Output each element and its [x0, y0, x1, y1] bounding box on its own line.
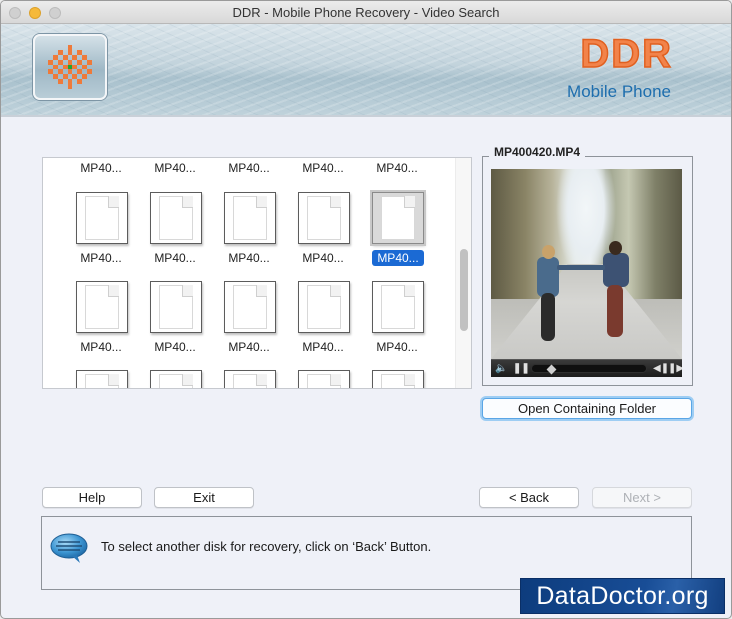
vertical-scrollbar[interactable] [455, 158, 471, 388]
page-fold [330, 374, 341, 386]
file-thumbnail[interactable] [372, 281, 424, 333]
status-message: To select another disk for recovery, cli… [101, 539, 432, 554]
app-logo [33, 34, 107, 100]
file-label[interactable]: MP40... [214, 250, 284, 266]
window-title: DDR - Mobile Phone Recovery - Video Sear… [232, 5, 500, 20]
file-thumbnail[interactable] [150, 281, 202, 333]
page-fold [108, 374, 119, 386]
person-left [537, 257, 559, 297]
file-thumbnail[interactable] [76, 281, 128, 333]
page-fold [256, 374, 267, 386]
preview-file-name: MP400420.MP4 [489, 145, 586, 159]
page-fold [256, 196, 267, 208]
page-fold [330, 285, 341, 297]
title-bar: DDR - Mobile Phone Recovery - Video Sear… [1, 1, 731, 24]
back-button[interactable]: < Back [479, 487, 579, 508]
video-player[interactable]: 🔈 ❚❚ ◀❚ ❚▶ [491, 169, 682, 377]
brand-title: DDR [580, 31, 673, 77]
file-label[interactable]: MP40... [66, 250, 136, 266]
next-button[interactable]: Next > [592, 487, 692, 508]
file-label[interactable]: MP40... [362, 339, 432, 355]
scrollbar-thumb[interactable] [460, 249, 468, 331]
header-banner: DDR Mobile Phone [1, 24, 731, 117]
page-fold [182, 374, 193, 386]
file-label-selected[interactable]: MP40... [372, 250, 424, 266]
person-right [603, 253, 629, 287]
file-thumbnail-selected[interactable] [372, 192, 424, 244]
step-forward-icon[interactable]: ❚▶ [668, 362, 682, 376]
file-thumbnail[interactable] [150, 370, 202, 388]
datadoctor-watermark: DataDoctor.org [520, 578, 725, 614]
product-subtitle: Mobile Phone [567, 82, 671, 101]
playback-knob[interactable] [546, 364, 557, 375]
page-fold [330, 196, 341, 208]
file-thumbnail[interactable] [298, 281, 350, 333]
person-left-legs [541, 293, 555, 341]
person-right-legs [607, 285, 623, 337]
file-label[interactable]: MP40... [140, 250, 210, 266]
file-thumbnail[interactable] [76, 370, 128, 388]
file-thumbnail[interactable] [372, 370, 424, 388]
file-label[interactable]: MP40... [66, 160, 136, 176]
checkered-starburst-icon [48, 45, 92, 89]
exit-button[interactable]: Exit [154, 487, 254, 508]
file-label[interactable]: MP40... [214, 339, 284, 355]
file-thumbnail-grid[interactable]: MP40... MP40... MP40... MP40... MP40... MP40.… [42, 157, 472, 389]
page-fold [182, 285, 193, 297]
app-window: DDR - Mobile Phone Recovery - Video Sear… [0, 0, 732, 619]
file-thumbnail[interactable] [224, 370, 276, 388]
held-hands [557, 265, 605, 270]
playback-slider[interactable] [531, 364, 647, 375]
file-label[interactable]: MP40... [288, 339, 358, 355]
file-thumbnail[interactable] [298, 370, 350, 388]
speech-bubble-icon [50, 533, 88, 563]
person-right-head [609, 241, 622, 255]
person-left-head [542, 245, 555, 259]
help-button[interactable]: Help [42, 487, 142, 508]
speaker-icon[interactable]: 🔈 [495, 362, 507, 376]
page-fold [404, 374, 415, 386]
pause-icon[interactable]: ❚❚ [513, 362, 530, 376]
file-label[interactable]: MP40... [288, 160, 358, 176]
file-label[interactable]: MP40... [140, 339, 210, 355]
file-label[interactable]: MP40... [288, 250, 358, 266]
file-thumbnail[interactable] [76, 192, 128, 244]
file-thumbnail[interactable] [224, 192, 276, 244]
file-thumbnail[interactable] [150, 192, 202, 244]
file-label[interactable]: MP40... [362, 160, 432, 176]
step-back-icon[interactable]: ◀❚ [653, 362, 669, 376]
page-fold [108, 196, 119, 208]
open-containing-folder-button[interactable]: Open Containing Folder [482, 398, 692, 419]
file-thumbnail[interactable] [298, 192, 350, 244]
page-fold [182, 196, 193, 208]
file-label[interactable]: MP40... [66, 339, 136, 355]
file-label[interactable]: MP40... [214, 160, 284, 176]
video-frame [491, 169, 682, 359]
page-fold [108, 285, 119, 297]
page-fold [404, 196, 415, 208]
page-fold [404, 285, 415, 297]
page-fold [256, 285, 267, 297]
player-controls: 🔈 ❚❚ ◀❚ ❚▶ [491, 359, 682, 377]
file-thumbnail[interactable] [224, 281, 276, 333]
file-label[interactable]: MP40... [140, 160, 210, 176]
